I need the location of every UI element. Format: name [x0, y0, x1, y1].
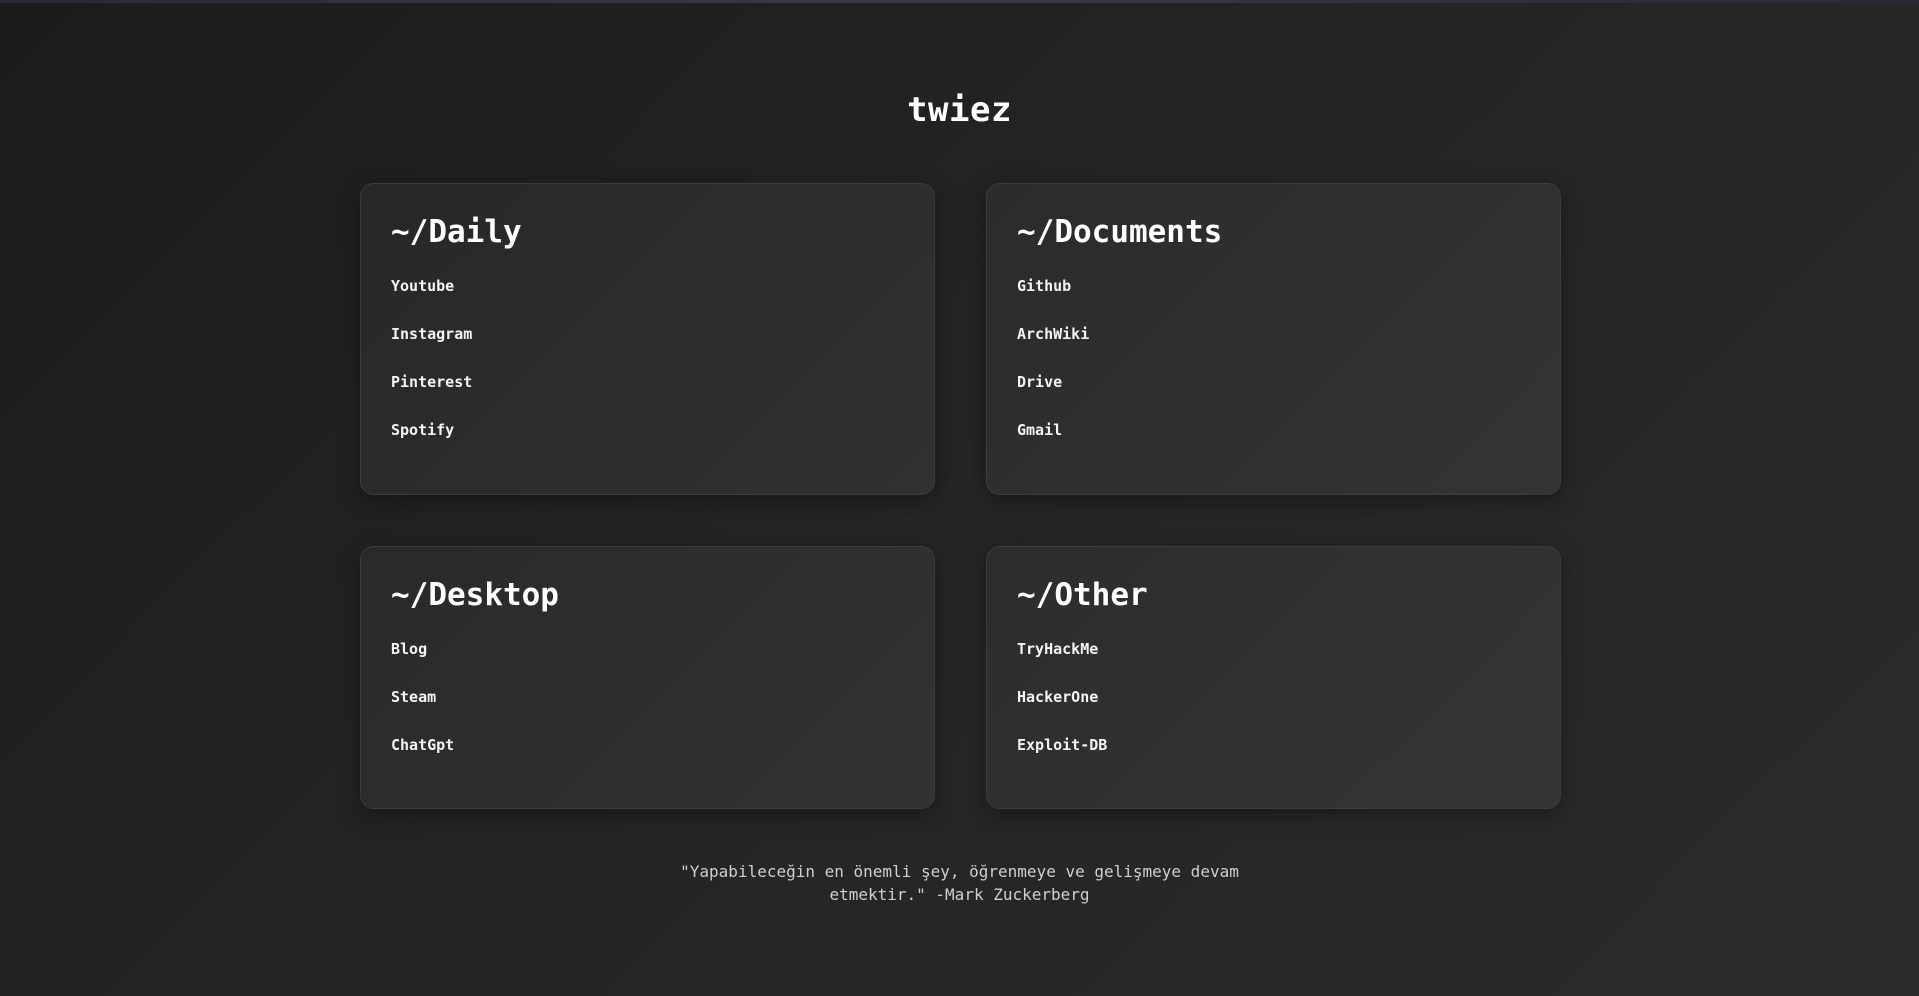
card-title-documents: ~/Documents	[1017, 214, 1223, 250]
link-hackerone[interactable]: HackerOne	[1017, 685, 1098, 707]
list-item: Gmail	[1017, 418, 1530, 466]
list-item: Pinterest	[391, 370, 904, 418]
link-list-documents: Github ArchWiki Drive Gmail	[1017, 274, 1530, 466]
bookmark-grid: ~/Daily Youtube Instagram Pinterest Spot…	[360, 183, 1561, 809]
link-github[interactable]: Github	[1017, 274, 1071, 296]
list-item: ArchWiki	[1017, 322, 1530, 370]
link-list-other: TryHackMe HackerOne Exploit-DB	[1017, 637, 1530, 781]
list-item: TryHackMe	[1017, 637, 1530, 685]
link-pinterest[interactable]: Pinterest	[391, 370, 472, 392]
list-item: Exploit-DB	[1017, 733, 1530, 781]
card-title-daily: ~/Daily	[391, 214, 522, 250]
link-chatgpt[interactable]: ChatGpt	[391, 733, 454, 755]
list-item: Instagram	[391, 322, 904, 370]
link-list-daily: Youtube Instagram Pinterest Spotify	[391, 274, 904, 466]
card-other: ~/Other TryHackMe HackerOne Exploit-DB	[986, 546, 1561, 809]
link-archwiki[interactable]: ArchWiki	[1017, 322, 1089, 344]
link-youtube[interactable]: Youtube	[391, 274, 454, 296]
list-item: Github	[1017, 274, 1530, 322]
site-title: twiez	[907, 90, 1012, 130]
link-list-desktop: Blog Steam ChatGpt	[391, 637, 904, 781]
link-instagram[interactable]: Instagram	[391, 322, 472, 344]
link-drive[interactable]: Drive	[1017, 370, 1062, 392]
card-documents: ~/Documents Github ArchWiki Drive Gmail	[986, 183, 1561, 495]
card-title-other: ~/Other	[1017, 577, 1148, 613]
card-title-desktop: ~/Desktop	[391, 577, 559, 613]
quote-line-1: "Yapabileceğin en önemli şey, öğrenmeye …	[680, 862, 1239, 881]
top-accent-line	[0, 0, 1919, 3]
link-spotify[interactable]: Spotify	[391, 418, 454, 440]
card-desktop: ~/Desktop Blog Steam ChatGpt	[360, 546, 935, 809]
list-item: Blog	[391, 637, 904, 685]
link-tryhackme[interactable]: TryHackMe	[1017, 637, 1098, 659]
list-item: Youtube	[391, 274, 904, 322]
link-steam[interactable]: Steam	[391, 685, 436, 707]
list-item: ChatGpt	[391, 733, 904, 781]
list-item: Drive	[1017, 370, 1530, 418]
list-item: Steam	[391, 685, 904, 733]
list-item: Spotify	[391, 418, 904, 466]
link-exploit-db[interactable]: Exploit-DB	[1017, 733, 1107, 755]
quote-line-2: etmektir." -Mark Zuckerberg	[829, 885, 1090, 904]
link-gmail[interactable]: Gmail	[1017, 418, 1062, 440]
list-item: HackerOne	[1017, 685, 1530, 733]
link-blog[interactable]: Blog	[391, 637, 427, 659]
card-daily: ~/Daily Youtube Instagram Pinterest Spot…	[360, 183, 935, 495]
quote: "Yapabileceğin en önemli şey, öğrenmeye …	[0, 860, 1919, 906]
